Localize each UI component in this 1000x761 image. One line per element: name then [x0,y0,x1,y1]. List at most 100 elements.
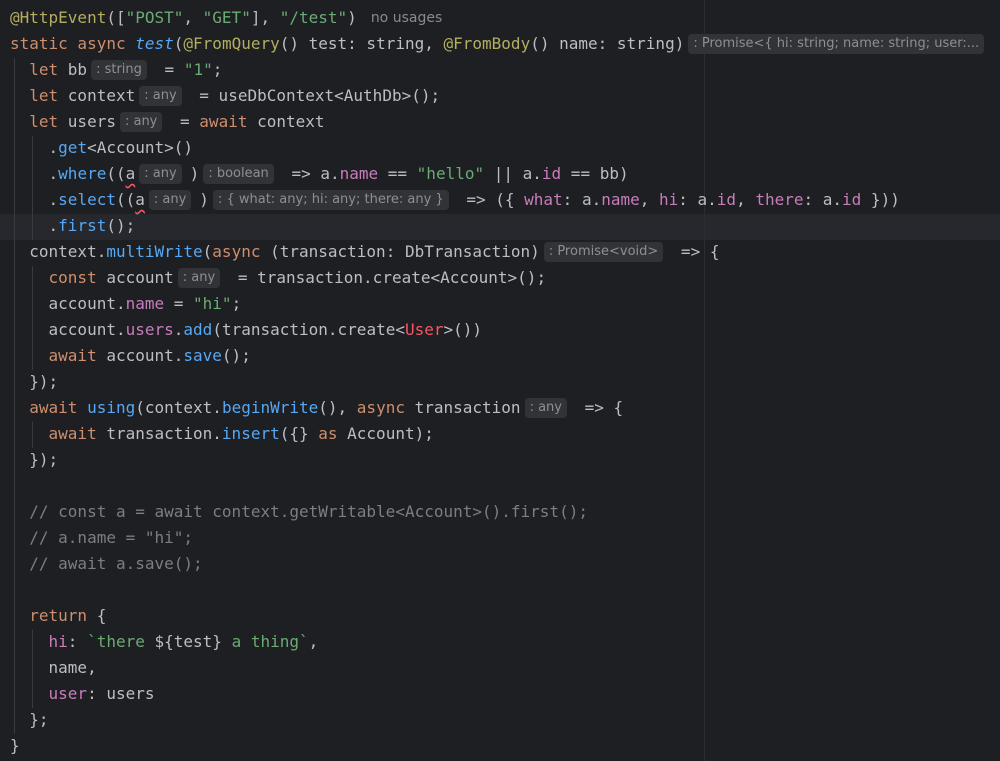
right-margin-guide [704,0,705,761]
code-token: let [29,112,68,131]
code-line[interactable]: @HttpEvent(["POST", "GET"], "/test") no u… [10,5,442,31]
code-token: : users [87,684,155,703]
code-token: save [183,346,222,365]
code-token: account. [10,294,126,313]
code-token: "hi" [193,294,232,313]
code-token: == [378,164,417,183]
type-inlay-hint: : string [91,60,147,80]
code-line[interactable]: // const a = await context.getWritable<A… [10,499,588,525]
code-line[interactable]: static async test(@FromQuery() test: str… [10,31,1000,57]
code-token: ) [199,190,209,209]
code-token: beginWrite [221,398,319,417]
code-token: static async [10,34,136,53]
code-token: User [404,320,444,339]
code-line[interactable]: context. multiWrite(async (transaction: D… [10,239,719,265]
code-token: . [10,164,59,183]
code-line[interactable]: . first (); [10,213,136,239]
code-token: : [67,632,88,651]
type-inlay-hint: : boolean [203,164,274,184]
code-token: ( [202,242,213,261]
code-token: // a.name = "hi"; [10,528,194,547]
code-line[interactable]: . select((a: any): { what: any; hi: any; … [10,187,900,213]
code-token: first [58,216,107,235]
code-line[interactable]: let bb: string = "1"; [10,57,222,83]
code-line[interactable]: let users: any = await context [10,109,325,135]
code-token: async [212,242,271,261]
code-line[interactable]: return { [10,603,106,629]
code-token: @FromBody [443,34,531,53]
code-token: await [29,398,88,417]
code-token: return [29,606,97,625]
code-line[interactable]: hi: `there ${test} a thing`, [10,629,319,655]
code-line[interactable]: . get <Account>() [10,135,194,161]
code-token: id [541,164,562,183]
code-token: => ({ [456,190,525,209]
code-line[interactable]: }; [10,707,48,733]
code-line[interactable]: await account. save (); [10,343,251,369]
code-line[interactable]: await transaction. insert({} as Account); [10,421,434,447]
code-token: users [67,112,116,131]
code-token: // await a.save(); [10,554,203,573]
code-token: transaction [414,398,521,417]
code-token: ; [231,294,242,313]
code-token: id [716,190,737,209]
code-token: = [170,112,200,131]
code-token: "1" [183,60,213,79]
code-token: name [339,164,379,183]
code-token: @HttpEvent [10,8,107,27]
code-token: add [183,320,213,339]
code-token: ) [347,8,357,27]
code-token: () test: string, [279,34,444,53]
code-line[interactable]: }); [10,447,58,473]
code-token: (context. [135,398,222,417]
code-line[interactable]: const account: any = transaction.create<… [10,265,546,291]
code-token: what [524,190,563,209]
code-token: name, [10,658,97,677]
code-line[interactable]: let context: any = useDbContext<AuthDb>(… [10,83,440,109]
code-token: bb [67,60,88,79]
code-token: `there [87,632,155,651]
code-token: a thing` [221,632,309,651]
code-token: }); [10,372,59,391]
code-token: }); [10,450,59,469]
code-token: context [257,112,325,131]
code-line[interactable]: }); [10,369,58,395]
code-line[interactable]: // a.name = "hi"; [10,525,193,551]
code-token: there [755,190,804,209]
code-token: id [842,190,862,209]
code-token: = [164,294,194,313]
code-line[interactable]: account. name = "hi"; [10,291,242,317]
code-token: . [10,190,59,209]
code-line[interactable]: await using (context. beginWrite (), async … [10,395,623,421]
code-line[interactable]: // await a.save(); [10,551,203,577]
code-token: multiWrite [106,242,203,261]
code-token: test [135,34,174,53]
type-inlay-hint: : any [524,398,567,418]
code-line[interactable]: user: users [10,681,155,707]
code-line[interactable]: name, [10,655,97,681]
code-token: hi [659,190,679,209]
code-token: "/test" [279,8,348,27]
code-token: context. [10,242,107,261]
code-editor[interactable]: @HttpEvent(["POST", "GET"], "/test") no u… [0,0,1000,761]
code-token: async [356,398,415,417]
code-token: context [67,86,136,105]
code-token: Account); [347,424,434,443]
code-token: await [48,346,107,365]
code-token: ( [173,34,184,53]
code-token: == bb) [561,164,629,183]
code-token: || a. [484,164,542,183]
code-token: (transaction.create< [212,320,405,339]
code-line[interactable]: account. users. add (transaction.create< Use… [10,317,483,343]
code-token: (), [318,398,357,417]
code-line[interactable]: . where((a: any): boolean => a. name == "h… [10,161,629,187]
code-token: as [318,424,348,443]
code-token: (); [106,216,136,235]
code-line[interactable]: } [10,733,20,759]
code-token: = transaction.create<Account>(); [228,268,547,287]
code-token: account. [106,346,184,365]
